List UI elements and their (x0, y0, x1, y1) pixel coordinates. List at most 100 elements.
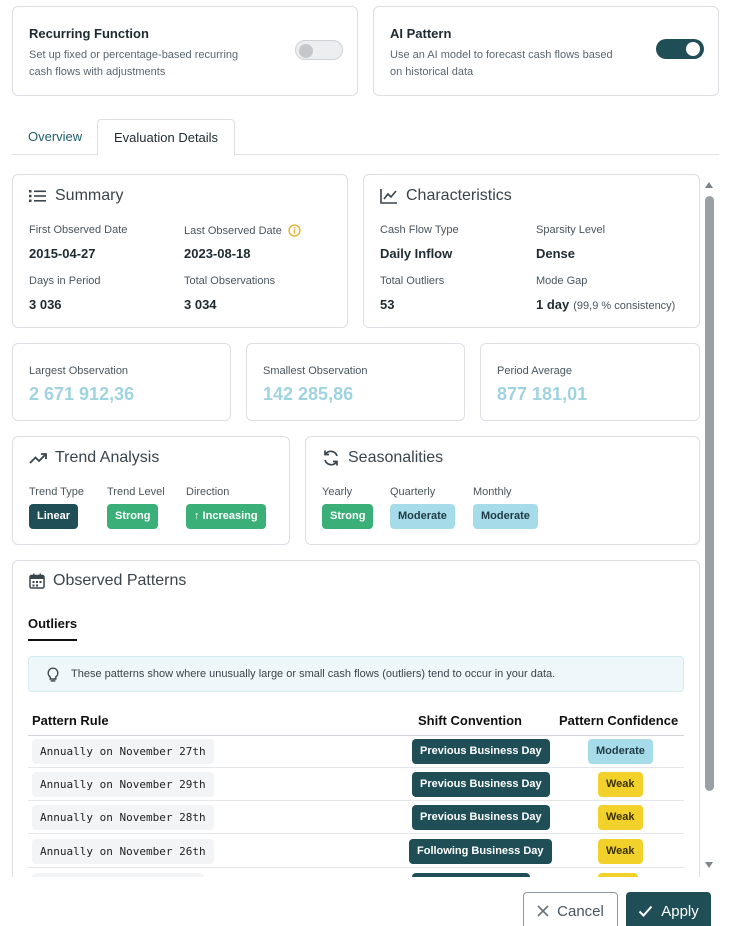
mode-gap-label: Mode Gap (536, 275, 588, 287)
info-warning-icon[interactable] (288, 224, 301, 237)
trend-analysis-title: Trend Analysis (55, 449, 160, 466)
cash-flow-type-value: Daily Inflow (380, 246, 453, 261)
tab-outliers-underline (28, 639, 77, 641)
period-average-card: Period Average 877 181,01 (480, 343, 700, 421)
confidence-badge: Moderate (588, 739, 653, 764)
seasonalities-title: Seasonalities (348, 449, 444, 466)
footer-bar (0, 877, 729, 926)
sparsity-level-value: Dense (536, 246, 576, 261)
seasonalities-heading: Seasonalities (322, 449, 443, 467)
largest-observation-value: 2 671 912,36 (29, 384, 135, 404)
total-observations-label: Total Observations (184, 275, 276, 287)
period-average-value: 877 181,01 (497, 384, 588, 404)
table-row: Annually on November 28th Previous Busin… (28, 801, 684, 834)
table-row: Annually on November 29th Previous Busin… (28, 768, 684, 801)
pattern-rule-cell: Annually on November 28th (32, 805, 214, 830)
scroll-down-arrow[interactable] (705, 862, 713, 868)
direction-label: Direction (186, 486, 230, 498)
tab-evaluation-details[interactable]: Evaluation Details (97, 119, 236, 156)
recurring-function-card: Recurring Function Set up fixed or perce… (12, 6, 358, 96)
tab-bar: Overview Evaluation Details (12, 119, 719, 156)
scrollbar[interactable] (703, 176, 715, 876)
outliers-info-box: These patterns show where unusually larg… (28, 656, 684, 692)
ai-pattern-card: AI Pattern Use an AI model to forecast c… (373, 6, 719, 96)
smallest-observation-card: Smallest Observation 142 285,86 (246, 343, 465, 421)
apply-label: Apply (661, 902, 699, 920)
last-observed-value: 2023-08-18 (184, 246, 251, 261)
total-outliers-label: Total Outliers (380, 275, 445, 287)
ai-pattern-title: AI Pattern (390, 26, 452, 41)
ai-pattern-desc-2: on historical data (390, 66, 474, 78)
sparsity-level-label: Sparsity Level (536, 224, 606, 236)
lightbulb-icon (47, 667, 59, 682)
recurring-function-desc-2: cash flows with adjustments (29, 66, 166, 78)
ai-pattern-toggle[interactable] (656, 39, 704, 59)
yearly-label: Yearly (322, 486, 353, 498)
monthly-label: Monthly (473, 486, 512, 498)
mode-gap-value-text: 1 day (536, 297, 570, 312)
summary-heading: Summary (29, 187, 123, 205)
largest-observation-card: Largest Observation 2 671 912,36 (12, 343, 231, 421)
tab-overview[interactable]: Overview (12, 119, 98, 155)
observed-patterns-title: Observed Patterns (53, 572, 187, 589)
confidence-badge: Weak (598, 772, 643, 797)
pattern-rule-cell: Annually on November 27th (32, 739, 214, 764)
trend-type-label: Trend Type (29, 486, 85, 498)
last-observed-label: Last Observed Date (184, 224, 301, 237)
shift-convention-badge: Following Business Day (409, 839, 552, 864)
total-outliers-value: 53 (380, 297, 395, 312)
table-row-partial (28, 869, 684, 877)
total-observations-value: 3 034 (184, 297, 217, 312)
cash-flow-type-label: Cash Flow Type (380, 224, 459, 236)
trend-type-badge: Linear (29, 504, 79, 529)
quarterly-label: Quarterly (390, 486, 436, 498)
trend-level-label: Trend Level (107, 486, 165, 498)
scroll-up-arrow[interactable] (705, 182, 713, 188)
shift-convention-badge: Previous Business Day (412, 739, 550, 764)
characteristics-title: Characteristics (406, 187, 512, 204)
pattern-rule-cell: Annually on November 26th (32, 839, 214, 864)
calendar-icon (29, 573, 45, 589)
line-chart-icon (380, 189, 397, 204)
pattern-rule-cell: Annually on November 29th (32, 772, 214, 797)
days-in-period-label: Days in Period (29, 275, 101, 287)
trending-up-icon (29, 453, 47, 464)
shift-convention-badge: Previous Business Day (412, 772, 550, 797)
direction-badge: ↑ Increasing (186, 504, 266, 529)
outliers-info-text: These patterns show where unusually larg… (71, 668, 556, 680)
monthly-badge: Moderate (473, 504, 538, 529)
trend-analysis-card: Trend Analysis Trend Type Linear Trend L… (12, 436, 290, 545)
confidence-badge: Weak (598, 839, 643, 864)
table-row: Annually on November 26th Following Busi… (28, 835, 684, 868)
trend-analysis-heading: Trend Analysis (29, 449, 159, 467)
recurring-function-toggle[interactable] (295, 40, 343, 60)
cancel-button[interactable]: Cancel (523, 892, 618, 926)
scroll-thumb[interactable] (705, 196, 714, 791)
close-icon (537, 905, 549, 917)
cancel-label: Cancel (557, 902, 604, 920)
summary-title: Summary (55, 187, 124, 204)
first-observed-label: First Observed Date (29, 224, 128, 236)
ai-pattern-desc-1: Use an AI model to forecast cash flows b… (390, 49, 613, 61)
column-header-pattern-confidence: Pattern Confidence (559, 713, 679, 728)
refresh-icon (324, 450, 338, 466)
quarterly-badge: Moderate (390, 504, 455, 529)
largest-observation-label: Largest Observation (29, 365, 129, 377)
confidence-badge: Weak (598, 805, 643, 830)
first-observed-value: 2015-04-27 (29, 246, 96, 261)
toggle-knob (686, 42, 700, 56)
check-icon (639, 905, 653, 917)
tab-outliers[interactable]: Outliers (28, 616, 77, 631)
trend-level-badge: Strong (107, 504, 159, 529)
recurring-function-desc-1: Set up fixed or percentage-based recurri… (29, 49, 239, 61)
days-in-period-value: 3 036 (29, 297, 62, 312)
smallest-observation-value: 142 285,86 (263, 384, 354, 404)
period-average-label: Period Average (497, 365, 573, 377)
shift-convention-badge: Previous Business Day (412, 805, 550, 830)
observed-patterns-heading: Observed Patterns (29, 572, 186, 590)
seasonalities-card: Seasonalities Yearly Strong Quarterly Mo… (305, 436, 700, 545)
mode-gap-value: 1 day (99,9 % consistency) (536, 297, 675, 312)
column-header-pattern-rule: Pattern Rule (32, 713, 109, 728)
summary-card: Summary First Observed Date 2015-04-27 L… (12, 174, 348, 328)
apply-button[interactable]: Apply (626, 892, 711, 926)
